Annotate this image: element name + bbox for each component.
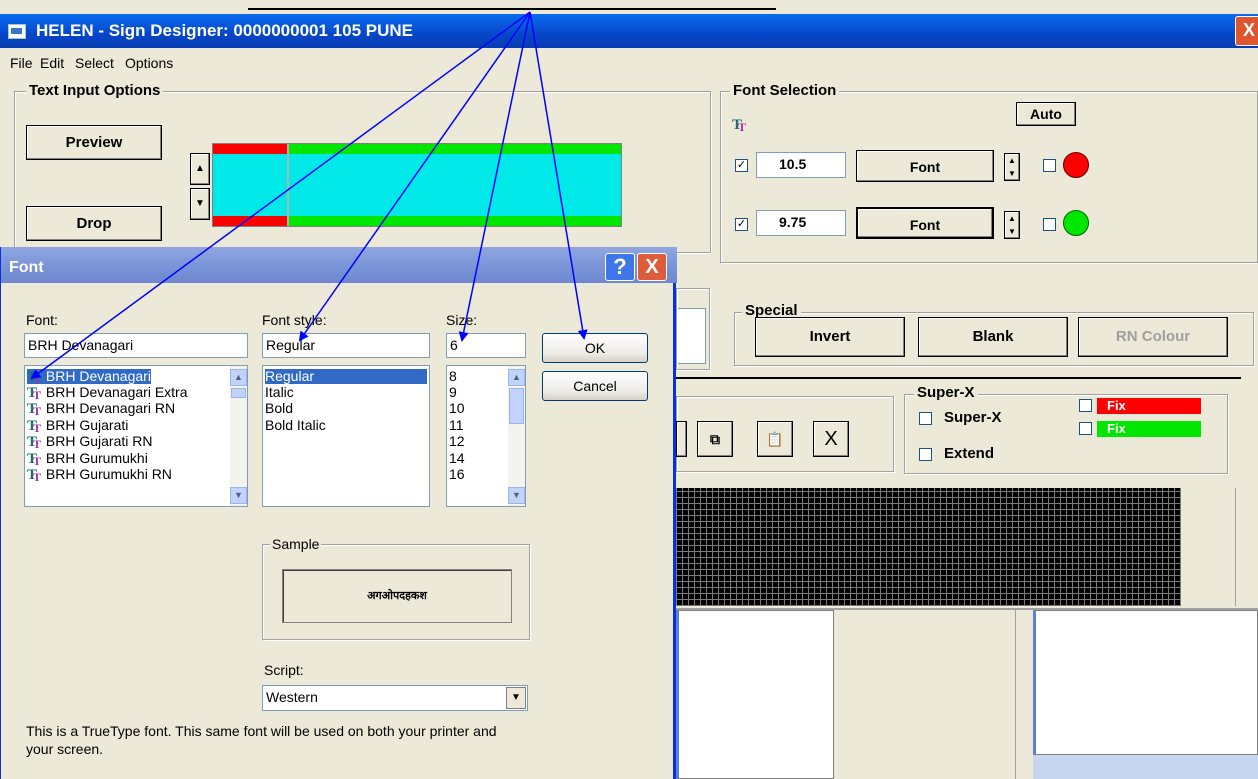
arrow-to-ok-button <box>529 11 588 340</box>
arrow-to-font-list <box>30 11 531 380</box>
annotation-arrows <box>30 11 588 380</box>
